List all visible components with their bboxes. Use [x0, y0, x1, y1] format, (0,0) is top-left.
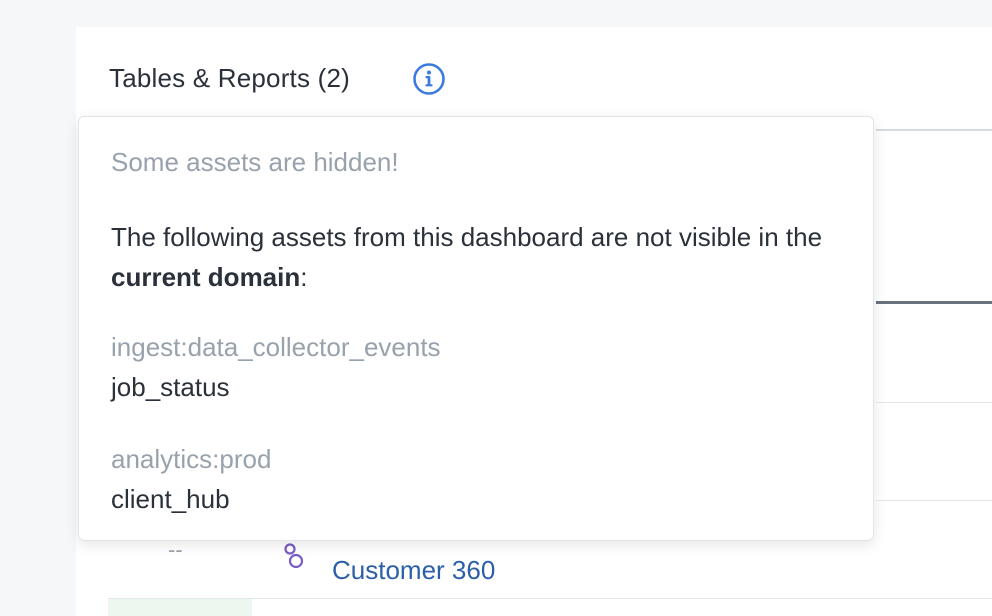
asset-namespace: analytics:prod [111, 444, 272, 474]
asset-name: job_status [111, 372, 230, 402]
panel-title: Tables & Reports (2) [109, 63, 350, 93]
message-emphasis: current domain [111, 262, 301, 292]
popover-heading: Some assets are hidden! [111, 147, 399, 177]
row-divider [876, 402, 992, 403]
asset-name: client_hub [111, 484, 230, 514]
hidden-asset-item: ingest:data_collector_events job_status [111, 327, 441, 407]
table-header-underline [876, 301, 992, 304]
info-circle-icon[interactable] [412, 62, 446, 96]
popover-message: The following assets from this dashboard… [111, 217, 851, 297]
message-suffix: : [300, 262, 308, 292]
status-cell [108, 599, 252, 616]
hidden-assets-popover: Some assets are hidden! The following as… [78, 116, 874, 541]
report-link-icon [284, 543, 304, 569]
message-text: The following assets from this dashboard… [111, 222, 823, 252]
asset-namespace: ingest:data_collector_events [111, 332, 441, 362]
report-name-link[interactable]: Customer 360 [332, 555, 495, 586]
row-divider [876, 500, 992, 501]
table-header-divider [876, 129, 992, 131]
hidden-asset-item: analytics:prod client_hub [111, 439, 271, 519]
